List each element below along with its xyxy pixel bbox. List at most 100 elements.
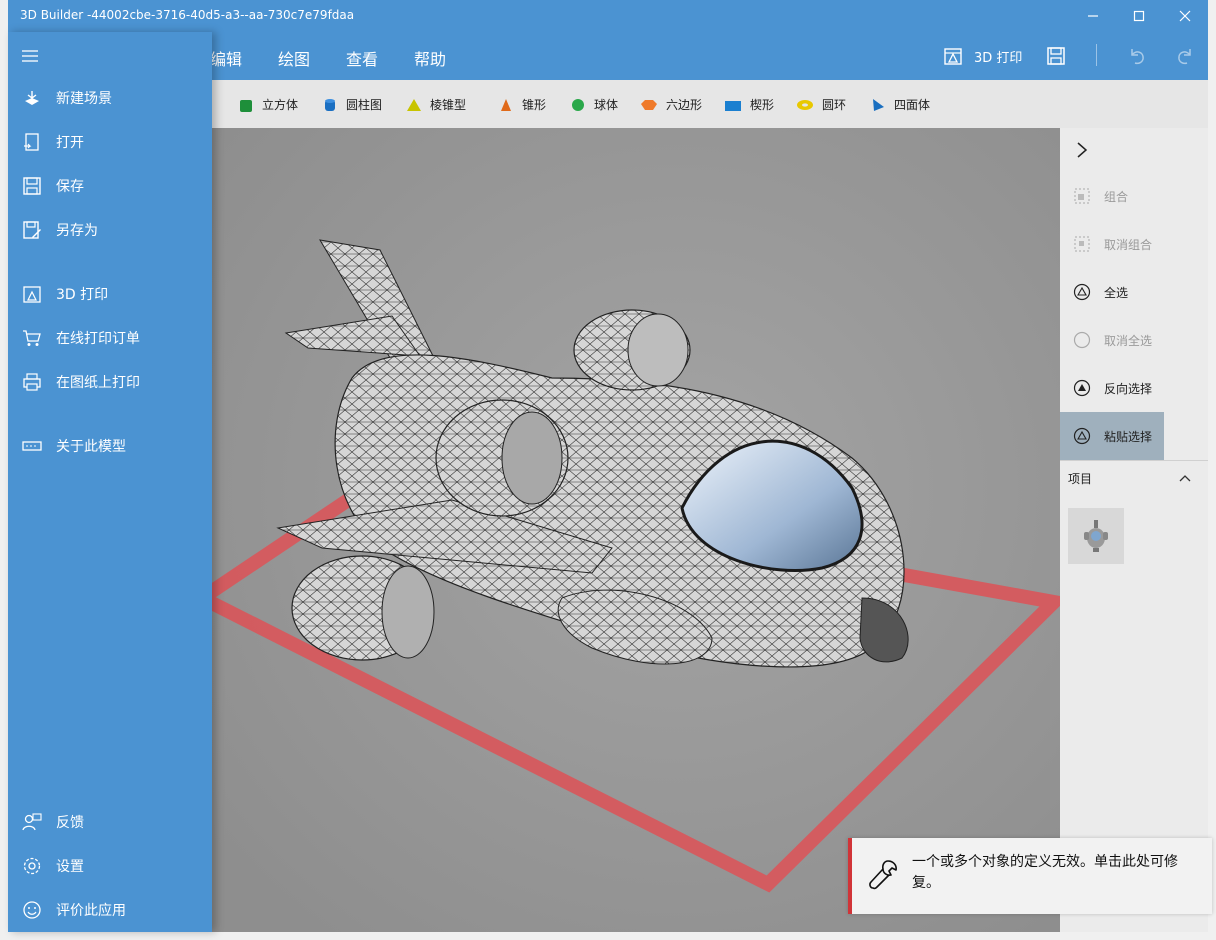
pyramid-icon xyxy=(407,98,421,111)
shape-tetrahedron[interactable]: 四面体 xyxy=(870,96,930,113)
model-info-icon xyxy=(22,441,42,451)
wrench-icon xyxy=(869,860,897,890)
deselect-all-label: 取消全选 xyxy=(1104,333,1153,348)
group-label: 组合 xyxy=(1104,189,1129,204)
nav-save-as[interactable]: 另存为 xyxy=(8,208,212,252)
shape-cube[interactable]: 立方体 xyxy=(238,96,298,113)
shape-tetrahedron-label: 四面体 xyxy=(894,98,931,112)
repair-notification[interactable]: 一个或多个对象的定义无效。单击此处可修复。 xyxy=(848,838,1212,914)
nav-settings[interactable]: 设置 xyxy=(8,844,212,888)
minimize-icon xyxy=(1088,15,1098,17)
shape-cylinder[interactable]: 圆柱图 xyxy=(322,96,382,113)
chevron-up-icon xyxy=(1179,475,1191,482)
ungroup-icon xyxy=(1074,236,1090,252)
items-header: 项目 xyxy=(1068,472,1093,486)
ungroup-button[interactable]: 取消组合 xyxy=(1060,220,1164,268)
invert-selection-button[interactable]: 反向选择 xyxy=(1060,364,1164,412)
group-icon xyxy=(1074,188,1090,204)
maximize-icon xyxy=(1133,10,1145,22)
nav-feedback[interactable]: 反馈 xyxy=(8,800,212,844)
redo-button[interactable] xyxy=(1174,32,1196,80)
minimize-button[interactable] xyxy=(1070,0,1116,32)
shape-pyramid-label: 棱锥型 xyxy=(430,98,467,112)
shape-cone[interactable]: 锥形 xyxy=(498,96,546,113)
nav-paper-print[interactable]: 在图纸上打印 xyxy=(8,360,212,404)
window-title: 3D Builder -44002cbe-3716-40d5-a3--aa-73… xyxy=(20,8,355,22)
print-3d-button[interactable]: 3D 打印 xyxy=(942,32,1022,80)
group-button[interactable]: 组合 xyxy=(1060,172,1164,220)
shape-sphere-label: 球体 xyxy=(594,98,619,112)
print-3d-icon xyxy=(944,48,962,65)
deselect-all-button[interactable]: 取消全选 xyxy=(1060,316,1164,364)
cart-icon xyxy=(23,330,41,346)
print-3d-label: 3D 打印 xyxy=(974,50,1023,66)
scene xyxy=(212,128,1060,932)
notification-message: 一个或多个对象的定义无效。单击此处可修复。 xyxy=(912,854,1178,891)
open-icon xyxy=(24,133,39,151)
nav-rate-app[interactable]: 评价此应用 xyxy=(8,888,212,932)
close-button[interactable] xyxy=(1162,0,1208,32)
select-all-button[interactable]: 全选 xyxy=(1060,268,1164,316)
3d-viewport[interactable] xyxy=(212,128,1060,932)
maximize-button[interactable] xyxy=(1116,0,1162,32)
shape-sphere[interactable]: 球体 xyxy=(570,96,618,113)
paste-selection-label: 粘贴选择 xyxy=(1104,429,1153,444)
navigation-pane: 新建场景 打开 保存 另存为 3D 打印 在线打印订单 在图纸上打印 关于此模型… xyxy=(8,32,212,932)
save-as-icon xyxy=(23,221,41,239)
nav-about-model-label: 关于此模型 xyxy=(56,439,126,455)
select-all-label: 全选 xyxy=(1104,285,1129,300)
redo-icon xyxy=(1178,49,1191,65)
save-button[interactable] xyxy=(1046,32,1066,80)
nav-online-print-order[interactable]: 在线打印订单 xyxy=(8,316,212,360)
tab-help[interactable]: 帮助 xyxy=(414,46,446,70)
title-bar[interactable]: 3D Builder -44002cbe-3716-40d5-a3--aa-73… xyxy=(8,0,1208,32)
desktop-background-right xyxy=(1208,0,1216,940)
shape-wedge[interactable]: 楔形 xyxy=(724,96,774,113)
nav-new-scene-label: 新建场景 xyxy=(56,91,112,107)
torus-icon xyxy=(797,99,813,110)
close-icon xyxy=(1179,10,1191,22)
nav-print-3d[interactable]: 3D 打印 xyxy=(8,272,212,316)
wedge-icon xyxy=(725,100,741,111)
print-3d-icon xyxy=(23,286,41,303)
desktop-background-bottom xyxy=(0,932,1216,940)
tetrahedron-icon xyxy=(873,98,884,111)
feedback-icon xyxy=(22,813,42,831)
collapse-items-button[interactable] xyxy=(1178,472,1192,488)
shape-cone-label: 锥形 xyxy=(522,98,547,112)
shape-hexagon[interactable]: 六边形 xyxy=(640,96,702,113)
nav-save-label: 保存 xyxy=(56,179,84,195)
printer-icon xyxy=(23,373,41,391)
smiley-icon xyxy=(23,901,41,919)
expand-panel-button[interactable] xyxy=(1072,140,1092,164)
deselect-all-icon xyxy=(1073,331,1091,349)
invert-selection-label: 反向选择 xyxy=(1104,381,1153,396)
shape-pyramid[interactable]: 棱锥型 xyxy=(406,96,466,113)
shape-torus[interactable]: 圆环 xyxy=(796,96,846,113)
hexagon-icon xyxy=(641,99,657,110)
nav-open[interactable]: 打开 xyxy=(8,120,212,164)
nav-open-label: 打开 xyxy=(56,135,84,151)
airplane-thumbnail-icon xyxy=(1084,520,1108,552)
right-panel: 组合 取消组合 全选 取消全选 反向选择 粘贴选择 项目 xyxy=(1060,128,1208,932)
paste-selection-button[interactable]: 粘贴选择 xyxy=(1060,412,1164,460)
menu-toggle-button[interactable] xyxy=(20,46,40,70)
tab-edit[interactable]: 编辑 xyxy=(210,46,242,70)
nav-rate-app-label: 评价此应用 xyxy=(56,903,126,919)
hamburger-icon xyxy=(22,50,38,62)
tab-draw[interactable]: 绘图 xyxy=(278,46,310,70)
nav-new-scene[interactable]: 新建场景 xyxy=(8,76,212,120)
toolbar-divider xyxy=(1096,44,1097,66)
airplane-thumbnail[interactable] xyxy=(1068,508,1124,564)
cylinder-icon xyxy=(325,98,335,111)
nav-save[interactable]: 保存 xyxy=(8,164,212,208)
undo-button[interactable] xyxy=(1126,32,1148,80)
undo-icon xyxy=(1131,49,1144,65)
tab-view[interactable]: 查看 xyxy=(346,46,378,70)
settings-icon xyxy=(23,857,41,875)
cube-icon xyxy=(240,99,252,112)
nav-save-as-label: 另存为 xyxy=(56,223,98,239)
cone-icon xyxy=(501,98,511,111)
shape-cylinder-label: 圆柱图 xyxy=(346,98,383,112)
nav-about-model[interactable]: 关于此模型 xyxy=(8,424,212,468)
